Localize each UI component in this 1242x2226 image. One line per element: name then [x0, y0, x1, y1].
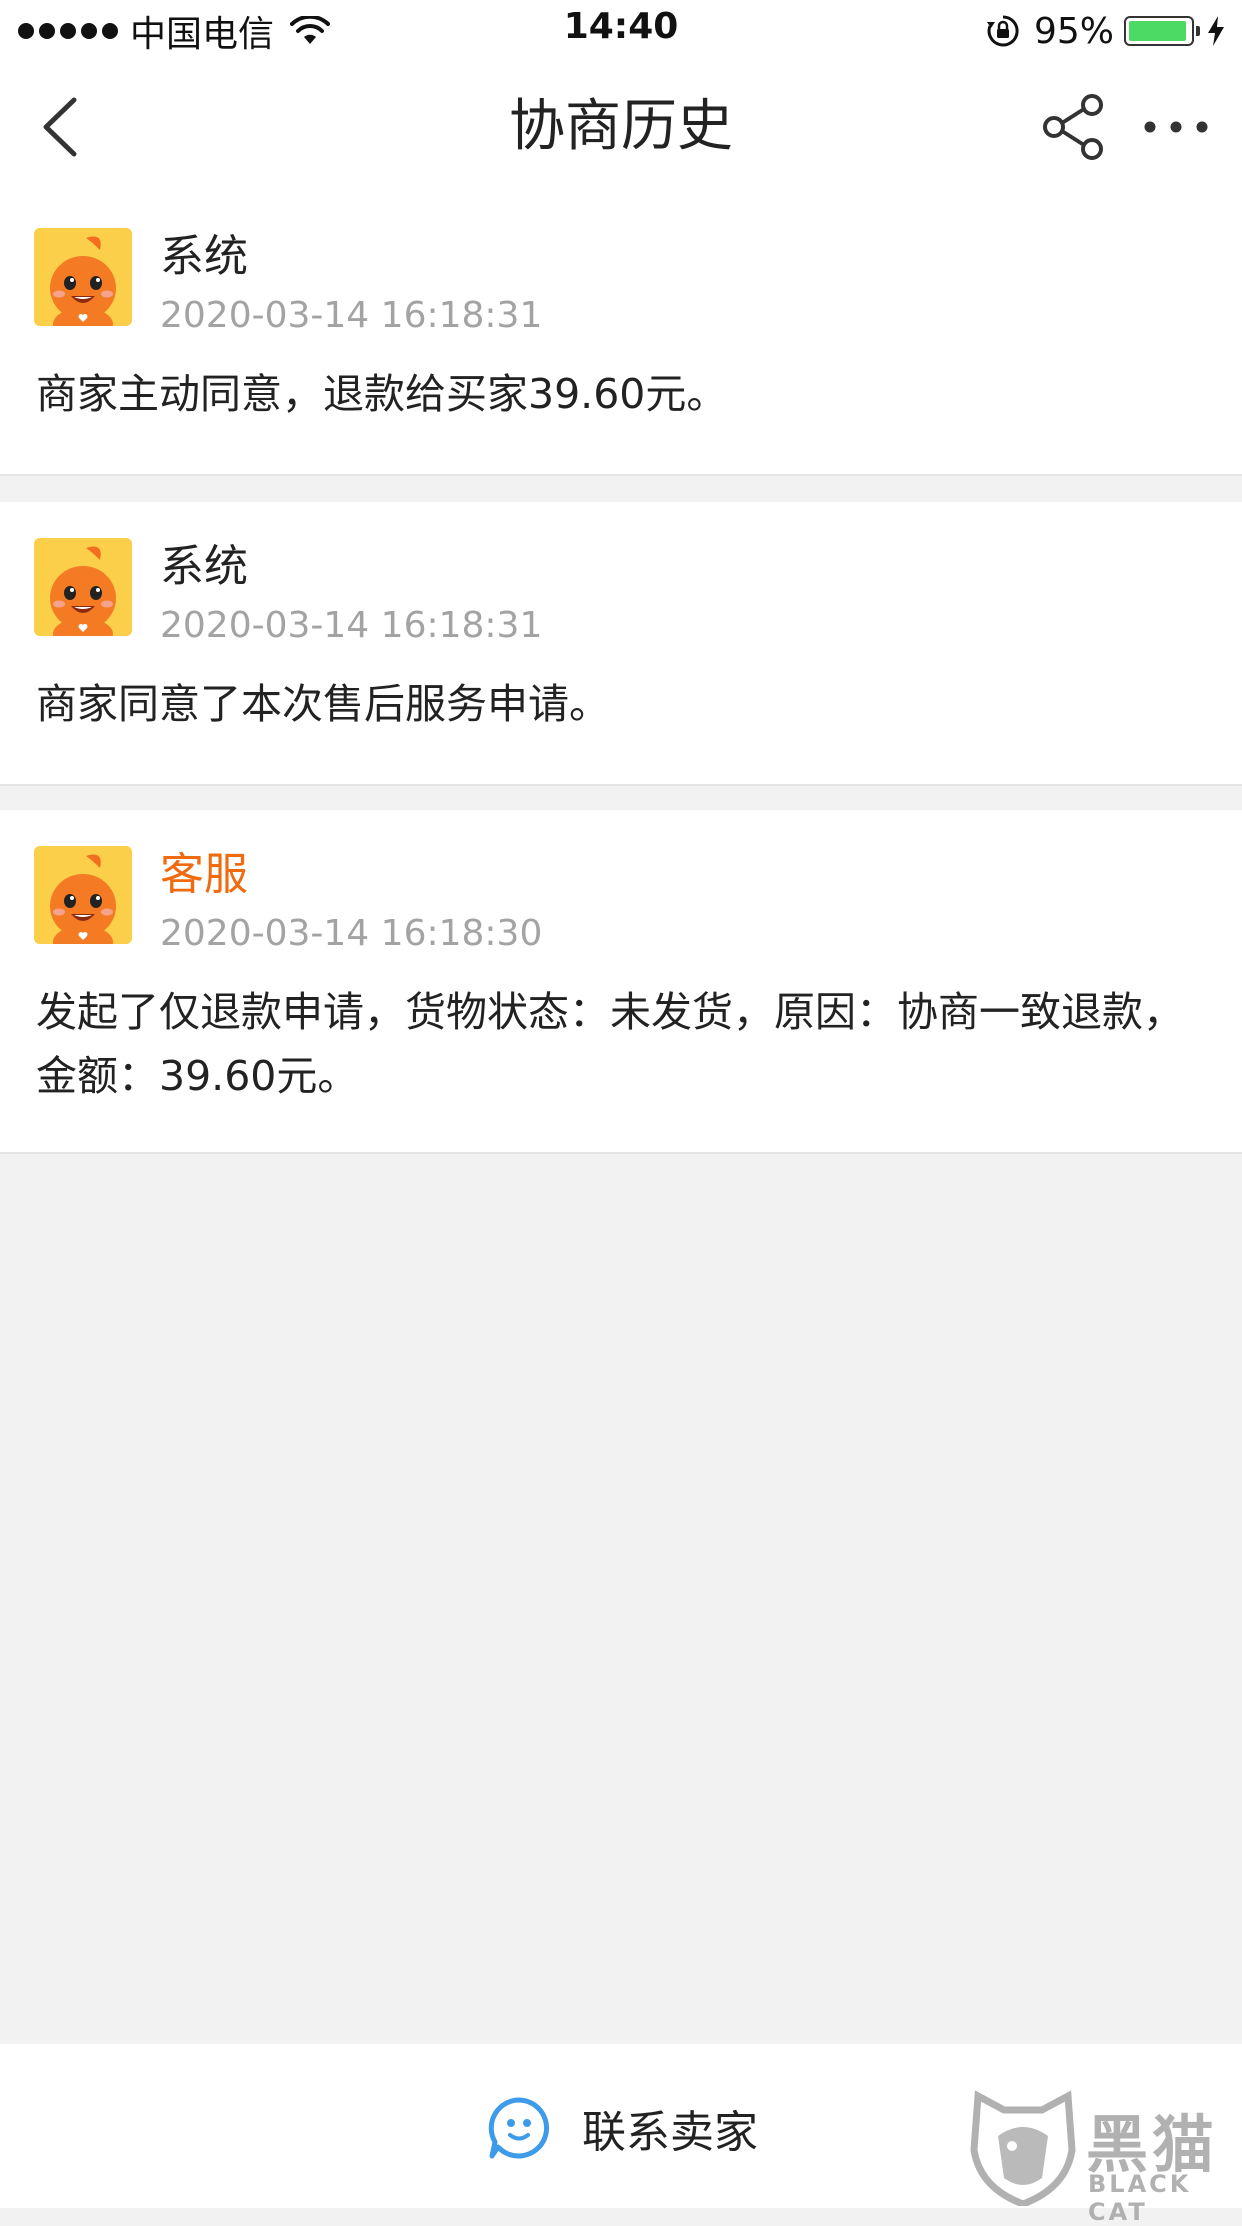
battery-icon [1124, 16, 1200, 46]
avatar [34, 846, 132, 944]
message-time: 2020-03-14 16:18:31 [160, 295, 543, 336]
watermark-sub: BLACK CAT [1088, 2170, 1192, 2226]
sender-name: 系统 [160, 231, 248, 282]
sender-name: 客服 [160, 849, 248, 900]
mascot-avatar-icon [34, 846, 132, 944]
message-text: 商家主动同意，退款给买家39.60元。 [36, 370, 728, 418]
more-icon [1144, 121, 1208, 133]
history-item: 系统 2020-03-14 16:18:31 商家同意了本次售后服务申请。 [0, 502, 1242, 786]
share-button[interactable] [1040, 92, 1110, 162]
message-text: 发起了仅退款申请，货物状态：未发货，原因：协商一致退款，金额：39.60元。 [36, 988, 1184, 1100]
share-icon [1043, 94, 1103, 160]
rotation-lock-icon [986, 15, 1019, 47]
message-text: 商家同意了本次售后服务申请。 [36, 680, 610, 728]
history-item: 客服 2020-03-14 16:18:30 发起了仅退款申请，货物状态：未发货… [0, 810, 1242, 1154]
avatar [34, 538, 132, 636]
history-item: 系统 2020-03-14 16:18:31 商家主动同意，退款给买家39.60… [0, 192, 1242, 476]
status-right: 95% [986, 8, 1224, 54]
chat-bubble-icon [488, 2097, 550, 2159]
battery-percent: 95% [1033, 10, 1114, 52]
nav-bar: 协商历史 [0, 62, 1242, 192]
contact-seller-label: 联系卖家 [582, 2107, 758, 2158]
mascot-avatar-icon [34, 538, 132, 636]
message-time: 2020-03-14 16:18:31 [160, 605, 543, 646]
battery-level [1129, 21, 1186, 41]
sender-name: 系统 [160, 541, 248, 592]
watermark: 黑猫 BLACK CAT [968, 2086, 1242, 2226]
charging-bolt-icon [1208, 16, 1224, 46]
mascot-avatar-icon [34, 228, 132, 326]
contact-seller-button[interactable]: 联系卖家 [486, 2088, 758, 2168]
cat-logo-icon [970, 2090, 1076, 2206]
status-bar: 中国电信 14:40 95% [0, 0, 1242, 62]
more-button[interactable] [1140, 92, 1212, 162]
message-time: 2020-03-14 16:18:30 [160, 913, 543, 954]
avatar [34, 228, 132, 326]
